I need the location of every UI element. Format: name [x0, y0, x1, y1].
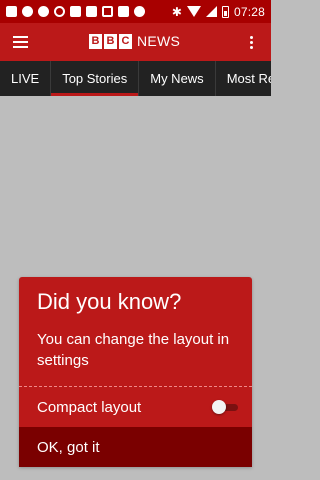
chat-icon: [22, 6, 33, 17]
linkedin-icon: [86, 6, 97, 17]
status-bar-notifications: [6, 6, 145, 17]
status-bar: ✱ 07:28: [0, 0, 271, 23]
notification-icon: [134, 6, 145, 17]
logo-text: NEWS: [137, 33, 181, 49]
bluetooth-icon: ✱: [171, 4, 182, 19]
tab-live[interactable]: LIVE: [0, 61, 52, 96]
menu-button[interactable]: [0, 23, 40, 61]
compact-layout-option[interactable]: Compact layout: [19, 387, 252, 427]
section-tabs: LIVE Top Stories My News Most Read: [0, 61, 271, 96]
dialog-title: Did you know?: [37, 289, 182, 314]
cast-icon: [70, 6, 81, 17]
bbc-news-logo: B B C NEWS: [89, 33, 180, 49]
logo-letter: B: [104, 33, 117, 49]
status-time: 07:28: [233, 4, 265, 19]
signal-icon: [205, 6, 217, 17]
bag-icon: [118, 6, 129, 17]
overflow-menu-button[interactable]: [239, 23, 263, 61]
phone-icon: [54, 6, 65, 17]
square-icon: [102, 6, 113, 17]
app-bar: B B C NEWS: [0, 23, 271, 61]
toggle-knob: [212, 400, 226, 414]
mail-icon: [6, 6, 17, 17]
wifi-icon: [186, 6, 201, 17]
tab-top-stories[interactable]: Top Stories: [51, 61, 140, 96]
tab-most-read[interactable]: Most Read: [216, 61, 271, 96]
compact-layout-toggle[interactable]: [212, 400, 238, 414]
dialog-message: You can change the layout in settings: [37, 331, 230, 369]
logo-letter: C: [119, 33, 132, 49]
location-icon: [38, 6, 49, 17]
hamburger-icon: [12, 36, 28, 38]
tab-my-news[interactable]: My News: [139, 61, 216, 96]
battery-icon: [221, 5, 229, 18]
status-bar-system: ✱ 07:28: [172, 5, 265, 19]
layout-tip-dialog: Did you know? You can change the layout …: [19, 277, 252, 467]
logo-letter: B: [89, 33, 102, 49]
compact-layout-label: Compact layout: [37, 398, 142, 416]
more-vert-icon: [249, 35, 253, 39]
ok-got-it-button[interactable]: OK, got it: [19, 427, 252, 467]
